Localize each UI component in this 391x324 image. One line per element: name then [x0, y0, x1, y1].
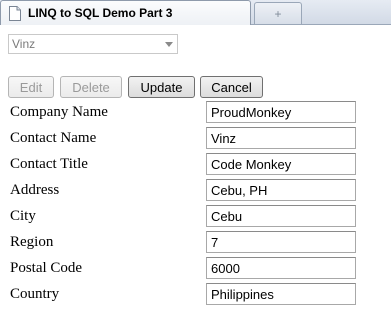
cancel-button[interactable]: Cancel	[200, 76, 263, 98]
form-row-contact-name: Contact Name Vinz	[0, 126, 391, 152]
form-row-contact-title: Contact Title Code Monkey	[0, 152, 391, 178]
contact-select[interactable]: Vinz	[8, 34, 178, 54]
delete-button[interactable]: Delete	[60, 76, 122, 98]
contact-title-field[interactable]: Code Monkey	[206, 153, 356, 175]
address-label: Address	[10, 182, 60, 198]
new-tab-button[interactable]: +	[254, 2, 302, 24]
country-label: Country	[10, 286, 60, 302]
form-row-company-name: Company Name ProudMonkey	[0, 100, 391, 126]
edit-button[interactable]: Edit	[8, 76, 54, 98]
form-row-city: City Cebu	[0, 204, 391, 230]
city-field[interactable]: Cebu	[206, 205, 356, 227]
tab-title: LINQ to SQL Demo Part 3	[28, 6, 173, 20]
postal-code-field[interactable]: 6000	[206, 257, 356, 279]
update-button[interactable]: Update	[128, 76, 195, 98]
page-icon	[9, 5, 21, 21]
region-label: Region	[10, 234, 54, 250]
region-field[interactable]: 7	[206, 231, 356, 253]
address-field[interactable]: Cebu, PH	[206, 179, 356, 201]
company-name-field[interactable]: ProudMonkey	[206, 101, 356, 123]
contact-name-label: Contact Name	[10, 130, 97, 146]
company-name-label: Company Name	[10, 104, 108, 120]
chevron-down-icon	[165, 42, 173, 47]
form-row-address: Address Cebu, PH	[0, 178, 391, 204]
plus-icon: +	[274, 6, 282, 21]
country-field[interactable]: Philippines	[206, 283, 356, 305]
form-row-postal-code: Postal Code 6000	[0, 256, 391, 282]
contact-title-label: Contact Title	[10, 156, 88, 172]
contact-name-field[interactable]: Vinz	[206, 127, 356, 149]
form-row-country: Country Philippines	[0, 282, 391, 308]
city-label: City	[10, 208, 36, 224]
postal-code-label: Postal Code	[10, 260, 83, 276]
tab-linq-demo[interactable]: LINQ to SQL Demo Part 3	[0, 0, 251, 25]
browser-tab-strip: LINQ to SQL Demo Part 3 +	[0, 0, 391, 25]
contact-select-value: Vinz	[12, 37, 36, 51]
form-row-region: Region 7	[0, 230, 391, 256]
